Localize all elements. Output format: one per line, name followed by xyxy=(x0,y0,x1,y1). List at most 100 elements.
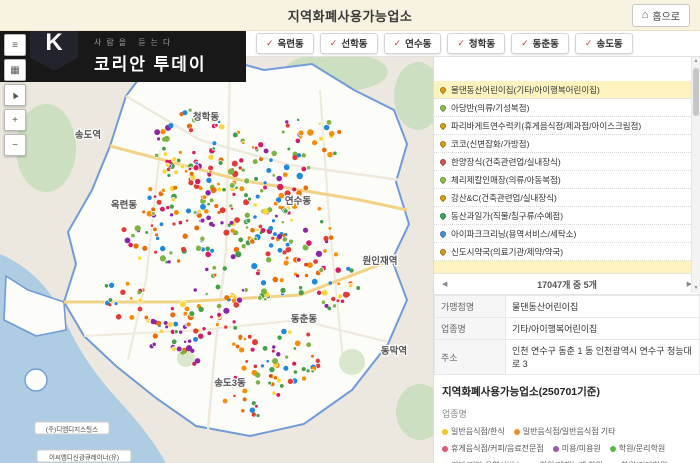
store-marker[interactable] xyxy=(293,347,296,350)
store-marker[interactable] xyxy=(212,147,215,150)
store-marker[interactable] xyxy=(297,118,300,121)
store-marker[interactable] xyxy=(243,337,246,340)
zoom-out-button[interactable]: − xyxy=(4,134,26,156)
store-marker[interactable] xyxy=(316,251,322,257)
store-marker[interactable] xyxy=(333,152,337,156)
store-marker[interactable] xyxy=(244,212,250,218)
store-marker[interactable] xyxy=(165,163,169,167)
store-marker[interactable] xyxy=(179,330,183,334)
store-marker[interactable] xyxy=(311,369,315,373)
store-marker[interactable] xyxy=(193,328,198,333)
store-marker[interactable] xyxy=(233,394,236,397)
store-marker[interactable] xyxy=(283,172,288,177)
store-marker[interactable] xyxy=(244,178,250,184)
store-marker[interactable] xyxy=(173,186,177,190)
store-marker[interactable] xyxy=(261,288,267,294)
store-marker[interactable] xyxy=(313,259,318,264)
store-marker[interactable] xyxy=(218,161,223,166)
store-marker[interactable] xyxy=(248,197,252,201)
store-marker[interactable] xyxy=(155,233,158,236)
prev-page-button[interactable]: ◀ xyxy=(442,280,447,288)
store-marker[interactable] xyxy=(317,207,321,211)
list-item[interactable]: 아당반(의류/기성복점) xyxy=(434,99,691,117)
store-marker[interactable] xyxy=(298,130,304,136)
store-marker[interactable] xyxy=(170,312,175,317)
store-marker[interactable] xyxy=(161,188,165,192)
store-marker[interactable] xyxy=(222,188,226,192)
store-marker[interactable] xyxy=(287,147,291,151)
store-marker[interactable] xyxy=(326,120,332,126)
store-marker[interactable] xyxy=(160,330,164,334)
store-marker[interactable] xyxy=(346,267,350,271)
store-marker[interactable] xyxy=(168,123,173,128)
store-marker[interactable] xyxy=(252,412,256,416)
store-marker[interactable] xyxy=(162,169,166,173)
store-marker[interactable] xyxy=(202,327,206,331)
store-marker[interactable] xyxy=(297,153,301,157)
store-marker[interactable] xyxy=(128,243,133,248)
district-tab-옥련동[interactable]: ✓옥련동 xyxy=(256,33,314,54)
store-marker[interactable] xyxy=(251,348,255,352)
store-marker[interactable] xyxy=(198,307,203,312)
store-marker[interactable] xyxy=(255,404,259,408)
list-item-partial[interactable] xyxy=(434,261,691,273)
store-marker[interactable] xyxy=(200,204,206,210)
store-marker[interactable] xyxy=(278,206,281,209)
store-marker[interactable] xyxy=(304,263,308,267)
district-tab-선학동[interactable]: ✓선학동 xyxy=(320,33,378,54)
store-marker[interactable] xyxy=(255,194,260,199)
store-marker[interactable] xyxy=(268,226,273,231)
store-marker[interactable] xyxy=(198,209,202,213)
store-marker[interactable] xyxy=(253,159,258,164)
store-marker[interactable] xyxy=(138,307,143,312)
store-marker[interactable] xyxy=(302,376,306,380)
store-marker[interactable] xyxy=(322,148,327,153)
store-marker[interactable] xyxy=(229,295,233,299)
store-marker[interactable] xyxy=(109,282,115,288)
store-marker[interactable] xyxy=(183,311,188,316)
store-marker[interactable] xyxy=(108,298,113,303)
scrollbar-thumb[interactable] xyxy=(693,68,699,116)
store-marker[interactable] xyxy=(129,315,135,321)
store-marker[interactable] xyxy=(266,257,272,263)
store-marker[interactable] xyxy=(217,313,221,317)
store-marker[interactable] xyxy=(236,297,242,303)
store-marker[interactable] xyxy=(271,349,275,353)
store-marker[interactable] xyxy=(178,220,182,224)
store-marker[interactable] xyxy=(154,129,160,135)
store-marker[interactable] xyxy=(223,266,227,270)
store-marker[interactable] xyxy=(304,273,308,277)
store-marker[interactable] xyxy=(188,167,191,170)
store-marker[interactable] xyxy=(133,243,138,248)
store-marker[interactable] xyxy=(174,330,178,334)
store-marker[interactable] xyxy=(238,237,243,242)
list-item[interactable]: 물댄동산어린이집(기타/아이행복어린이집) xyxy=(434,81,691,99)
store-marker[interactable] xyxy=(296,257,301,262)
store-marker[interactable] xyxy=(261,280,267,286)
store-marker[interactable] xyxy=(343,292,349,298)
store-marker[interactable] xyxy=(150,224,153,227)
store-marker[interactable] xyxy=(154,250,158,254)
store-marker[interactable] xyxy=(151,207,156,212)
store-marker[interactable] xyxy=(277,248,283,254)
store-marker[interactable] xyxy=(269,158,273,162)
store-marker[interactable] xyxy=(331,296,336,301)
store-marker[interactable] xyxy=(283,366,288,371)
store-marker[interactable] xyxy=(289,239,293,243)
store-marker[interactable] xyxy=(212,224,215,227)
list-item[interactable]: 신도시약국(의료기관/제약/약국) xyxy=(434,243,691,261)
store-marker[interactable] xyxy=(332,304,336,308)
store-marker[interactable] xyxy=(288,330,293,335)
store-marker[interactable] xyxy=(188,108,192,112)
store-marker[interactable] xyxy=(207,173,211,177)
store-marker[interactable] xyxy=(207,331,212,336)
store-marker[interactable] xyxy=(243,397,247,401)
store-marker[interactable] xyxy=(301,167,306,172)
store-marker[interactable] xyxy=(156,236,160,240)
store-marker[interactable] xyxy=(169,251,173,255)
store-marker[interactable] xyxy=(323,236,328,241)
store-marker[interactable] xyxy=(200,218,205,223)
store-marker[interactable] xyxy=(231,254,236,259)
store-marker[interactable] xyxy=(266,360,269,363)
store-marker[interactable] xyxy=(235,186,238,189)
